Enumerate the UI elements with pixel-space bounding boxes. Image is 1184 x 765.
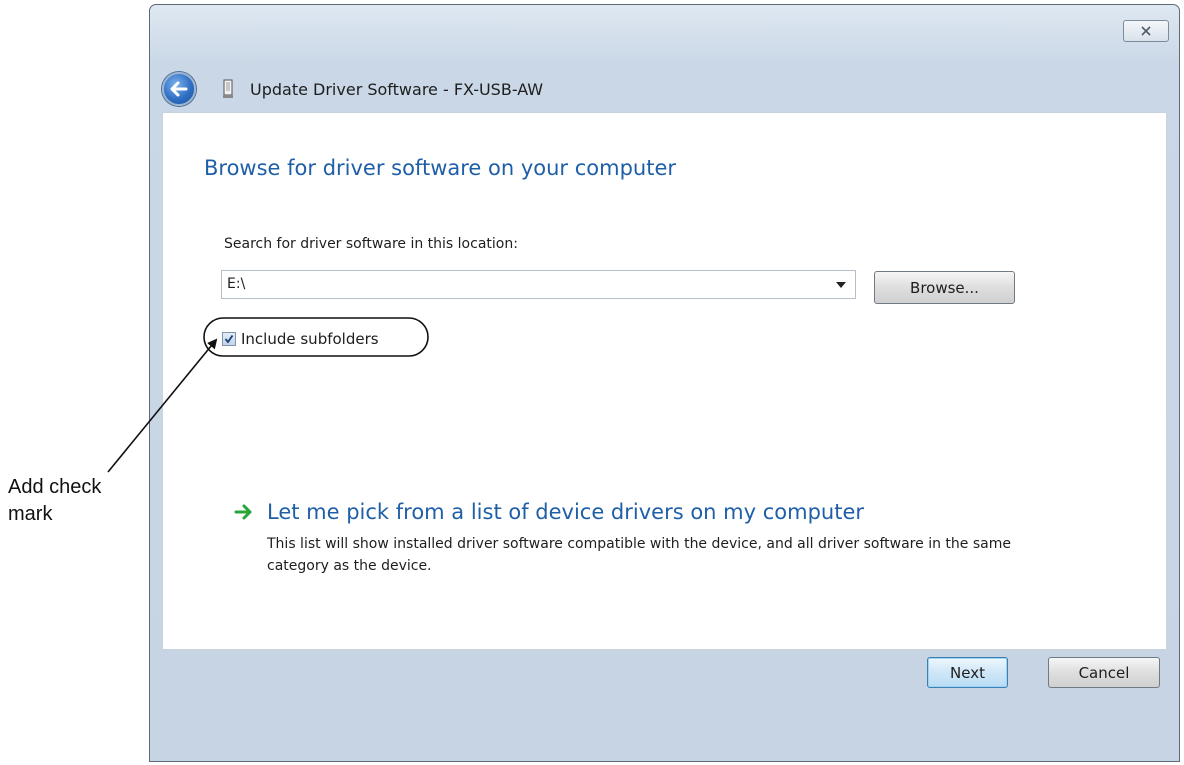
- title-row: Update Driver Software - FX-USB-AW: [162, 69, 543, 109]
- back-arrow-icon: [170, 81, 188, 97]
- next-button[interactable]: Next: [927, 657, 1008, 688]
- update-driver-window: Update Driver Software - FX-USB-AW Brows…: [149, 4, 1180, 762]
- path-value[interactable]: E:\: [227, 276, 245, 292]
- close-button[interactable]: [1123, 20, 1169, 42]
- include-subfolders-option[interactable]: Include subfolders: [222, 330, 379, 348]
- pick-from-list-link[interactable]: Let me pick from a list of device driver…: [267, 500, 864, 524]
- pick-from-list-option[interactable]: Let me pick from a list of device driver…: [234, 500, 864, 524]
- content-panel: Browse for driver software on your compu…: [162, 112, 1167, 650]
- chevron-down-icon[interactable]: [836, 282, 846, 288]
- checkmark-icon: [224, 334, 234, 344]
- annotation-line-1: Add check: [8, 476, 102, 498]
- page-title: Browse for driver software on your compu…: [204, 156, 677, 180]
- green-arrow-icon: [234, 504, 252, 520]
- annotation-line-2: mark: [8, 503, 53, 525]
- cancel-button[interactable]: Cancel: [1048, 657, 1160, 688]
- location-label: Search for driver software in this locat…: [224, 236, 518, 252]
- usb-device-icon: [223, 79, 233, 98]
- annotation-callout: Add check mark: [8, 474, 101, 528]
- back-button[interactable]: [162, 72, 196, 106]
- include-subfolders-checkbox[interactable]: [222, 332, 236, 346]
- browse-button[interactable]: Browse...: [874, 271, 1015, 304]
- pick-from-list-description: This list will show installed driver sof…: [267, 536, 1011, 574]
- close-icon: [1141, 26, 1151, 36]
- path-combobox[interactable]: E:\: [221, 270, 856, 299]
- window-title: Update Driver Software - FX-USB-AW: [250, 79, 544, 99]
- include-subfolders-label[interactable]: Include subfolders: [241, 330, 379, 348]
